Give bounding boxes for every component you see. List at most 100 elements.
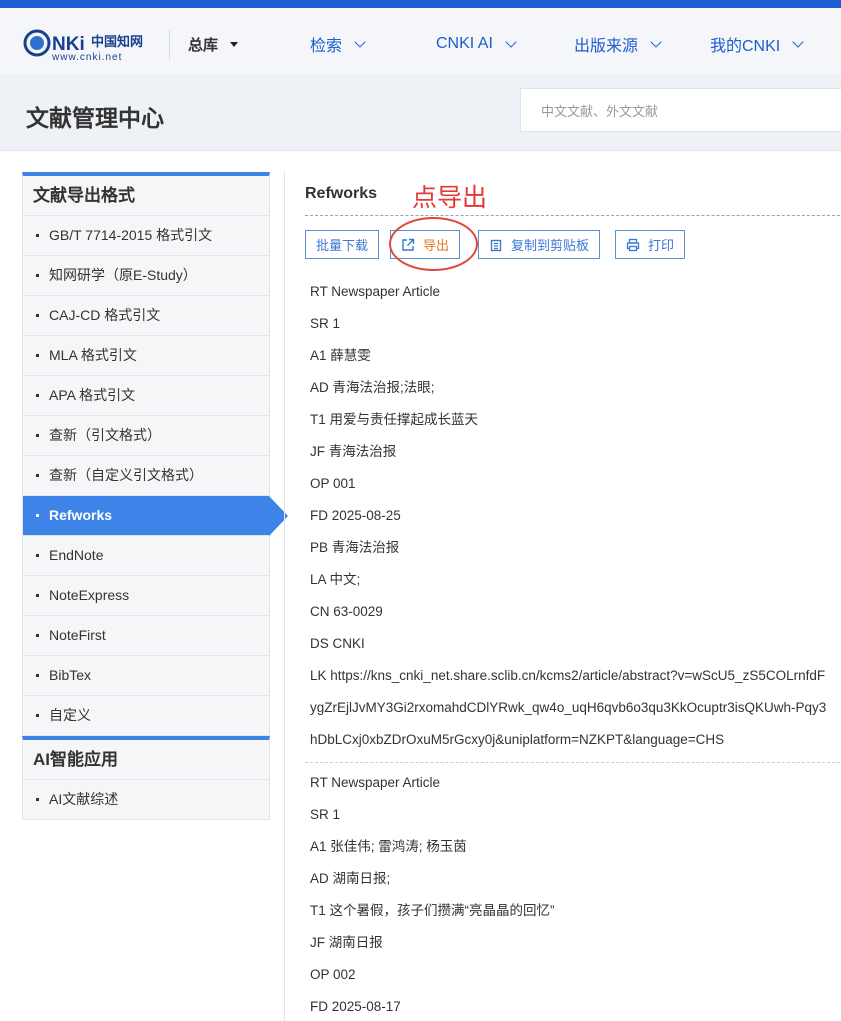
nav-cnki-ai-label: CNKI AI — [436, 35, 493, 52]
sidebar-item-label: 自定义 — [49, 707, 91, 723]
nav-search[interactable]: 检索 — [310, 32, 366, 56]
chevron-down-icon — [650, 35, 662, 48]
page-header: 文献管理中心 — [0, 74, 841, 151]
bullet-icon — [36, 434, 39, 437]
record-line: FD 2025-08-17 — [310, 999, 401, 1014]
sidebar-item-bibtex[interactable]: BibTex — [23, 656, 269, 696]
record-link: ygZrEjlJvMY3Gi2rxomahdCDlYRwk_qw4o_uqH6q… — [310, 700, 827, 715]
bullet-icon — [36, 798, 39, 801]
nav-divider — [169, 30, 170, 60]
search-input[interactable] — [521, 89, 841, 133]
sidebar-item-label: CAJ-CD 格式引文 — [49, 307, 161, 323]
nav-my-cnki[interactable]: 我的CNKI — [710, 32, 804, 56]
external-link-icon — [402, 238, 415, 251]
bullet-icon — [36, 674, 39, 677]
record-line: LA 中文; — [310, 572, 361, 587]
bullet-icon — [36, 274, 39, 277]
sidebar-item-notefirst[interactable]: NoteFirst — [23, 616, 269, 656]
chevron-down-icon — [792, 35, 804, 48]
sidebar-item-custom[interactable]: 自定义 — [23, 696, 269, 735]
nav-publication-source-label: 出版来源 — [574, 38, 639, 55]
nav-cnki-ai[interactable]: CNKI AI — [436, 32, 517, 56]
record-line: RT Newspaper Article — [310, 284, 441, 299]
record-line: JF 青海法治报 — [310, 444, 397, 459]
clipboard-icon — [490, 239, 502, 251]
sidebar-item-caj-cd[interactable]: CAJ-CD 格式引文 — [23, 296, 269, 336]
logo-chinese-text: 中国知网 — [91, 34, 143, 50]
search-box[interactable] — [520, 88, 841, 133]
sidebar-item-label: GB/T 7714-2015 格式引文 — [49, 227, 213, 243]
sidebar-item-novelty-check-custom[interactable]: 查新（自定义引文格式） — [23, 456, 269, 496]
sidebar-item-apa[interactable]: APA 格式引文 — [23, 376, 269, 416]
sidebar-item-label: NoteFirst — [49, 627, 106, 643]
copy-label: 复制到剪贴板 — [511, 238, 590, 253]
sidebar-item-label: 知网研学（原E-Study） — [49, 267, 197, 283]
bullet-icon — [36, 594, 39, 597]
record-line: OP 001 — [310, 476, 356, 491]
sidebar-group-title: 文献导出格式 — [23, 176, 269, 216]
nav-search-label: 检索 — [310, 38, 343, 55]
top-accent-line — [0, 0, 841, 8]
record-line: T1 这个暑假，孩子们攒满“亮晶晶的回忆” — [310, 903, 555, 918]
bullet-icon — [36, 354, 39, 357]
sidebar-item-label: NoteExpress — [49, 587, 130, 603]
record-line: A1 张佳伟; 雷鸿涛; 杨玉茵 — [310, 839, 467, 854]
sidebar-item-label: Refworks — [49, 507, 113, 523]
page-title: 文献管理中心 — [26, 105, 164, 131]
chevron-down-icon — [354, 35, 366, 48]
batch-download-label: 批量下载 — [316, 238, 369, 253]
sidebar-group-ai-apps: AI智能应用 AI文献综述 — [22, 736, 270, 820]
record-link: hDbLCxj0xbZDrOxuM5rGcxy0j&uniplatform=NZ… — [310, 732, 725, 747]
print-label: 打印 — [648, 238, 675, 253]
sidebar-item-mla[interactable]: MLA 格式引文 — [23, 336, 269, 376]
sidebar-group-title: AI智能应用 — [23, 740, 269, 780]
bullet-icon — [36, 234, 39, 237]
bullet-icon — [36, 514, 39, 517]
record-link: LK https://kns_cnki_net.share.sclib.cn/k… — [310, 668, 826, 683]
logo-url-text: www.cnki.net — [51, 52, 122, 63]
export-button[interactable]: 导出 — [390, 230, 461, 259]
cnki-logo[interactable]: NKi 中国知网 www.cnki.net — [22, 25, 152, 65]
nav-publication-source[interactable]: 出版来源 — [574, 32, 662, 56]
sidebar-item-noteexpress[interactable]: NoteExpress — [23, 576, 269, 616]
bullet-icon — [36, 474, 39, 477]
record-line: PB 青海法治报 — [310, 540, 400, 555]
sidebar-item-novelty-check[interactable]: 查新（引文格式） — [23, 416, 269, 456]
sidebar-item-label: 查新（自定义引文格式） — [49, 467, 203, 483]
bullet-icon — [36, 314, 39, 317]
sidebar-group-export-formats: 文献导出格式 GB/T 7714-2015 格式引文 知网研学（原E-Study… — [22, 172, 288, 736]
batch-download-button[interactable]: 批量下载 — [305, 230, 380, 259]
record-line: AD 青海法治报;法眼; — [310, 380, 435, 395]
export-label: 导出 — [423, 238, 450, 253]
sidebar-item-refworks[interactable]: Refworks — [23, 496, 288, 536]
print-button[interactable]: 打印 — [615, 230, 686, 259]
sidebar-item-ai-review[interactable]: AI文献综述 — [23, 780, 269, 819]
database-select[interactable]: 总库 — [188, 32, 239, 56]
top-nav-bar: NKi 中国知网 www.cnki.net 总库 检索 CNKI AI 出版来源… — [0, 8, 841, 74]
record-line: AD 湖南日报; — [310, 871, 391, 886]
record-line: RT Newspaper Article — [310, 775, 441, 790]
record-line: A1 薛慧雯 — [310, 348, 371, 363]
record-line: SR 1 — [310, 807, 341, 822]
copy-to-clipboard-button[interactable]: 复制到剪贴板 — [478, 230, 601, 259]
chevron-down-icon — [505, 35, 517, 48]
nav-my-cnki-label: 我的CNKI — [710, 38, 781, 55]
sidebar-item-endnote[interactable]: EndNote — [23, 536, 269, 576]
sidebar-item-gbt7714[interactable]: GB/T 7714-2015 格式引文 — [23, 216, 269, 256]
sidebar-item-e-study[interactable]: 知网研学（原E-Study） — [23, 256, 269, 296]
sidebar-item-label: MLA 格式引文 — [49, 347, 137, 363]
bullet-icon — [36, 394, 39, 397]
sidebar: 文献导出格式 GB/T 7714-2015 格式引文 知网研学（原E-Study… — [22, 172, 288, 820]
record-divider — [305, 762, 841, 763]
record-line: FD 2025-08-25 — [310, 508, 401, 523]
record-line: T1 用爱与责任撑起成长蓝天 — [310, 412, 479, 427]
sidebar-item-label: APA 格式引文 — [49, 387, 136, 403]
bullet-icon — [36, 554, 39, 557]
bullet-icon — [36, 634, 39, 637]
record-line: JF 湖南日报 — [310, 935, 383, 950]
content-divider — [305, 215, 841, 216]
annotation-text: 点导出 — [412, 184, 488, 212]
sidebar-item-label: 查新（引文格式） — [49, 427, 161, 443]
sidebar-item-label: BibTex — [49, 667, 92, 683]
printer-icon — [626, 238, 640, 251]
